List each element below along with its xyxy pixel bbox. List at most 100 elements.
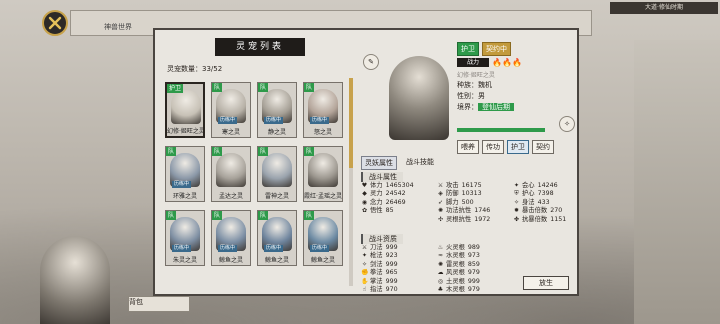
- stat-icon: ≈: [437, 252, 444, 260]
- stat-value: 979: [467, 286, 480, 294]
- team-badge: 队: [166, 211, 177, 220]
- transfer-button[interactable]: 传功: [482, 140, 504, 154]
- background-tab: 神兽世界: [104, 23, 132, 31]
- stat-icon: ◎: [437, 277, 444, 285]
- stat-label: 脚力: [446, 198, 459, 206]
- stat-value: 14246: [537, 182, 558, 189]
- pet-card[interactable]: 队历练中 鲸鱼之灵: [257, 210, 297, 266]
- realm-value: 登仙后期: [478, 103, 514, 111]
- power-label: 战力: [457, 58, 490, 67]
- aptitude-item: ✦ 枪法 923: [361, 252, 437, 260]
- aptitude-item: ✊ 拳法 965: [361, 269, 437, 277]
- pet-card[interactable]: 队历练中寒之灵: [211, 82, 251, 138]
- pet-card[interactable]: 队历练中 鲸鱼之灵: [303, 210, 343, 266]
- stat-icon: ✊: [361, 269, 369, 277]
- stat-label: 水灵根: [446, 252, 465, 260]
- stat-item: ◉ 念力 26469: [361, 199, 437, 207]
- pet-name: 朱灵之灵: [172, 257, 197, 264]
- stat-icon: ⛨: [514, 190, 519, 198]
- power-row: 战力 🔥🔥🔥: [457, 58, 522, 67]
- feed-button[interactable]: 喂养: [457, 140, 479, 154]
- stat-value: 1465304: [385, 182, 414, 189]
- stat-icon: ✺: [437, 260, 444, 268]
- team-badge: 队: [304, 147, 315, 156]
- pet-card[interactable]: 队历练中 静之灵: [257, 82, 297, 138]
- stat-item: ✺ 功法抗性 1746: [437, 207, 513, 215]
- stat-icon: ◆: [362, 190, 367, 198]
- pet-portrait-thumb: [262, 153, 292, 187]
- stat-value: 1151: [550, 215, 567, 223]
- stat-label: 抗暴倍数: [522, 215, 548, 223]
- scroll-thumb[interactable]: [349, 78, 353, 168]
- stat-icon: ✦: [361, 252, 368, 260]
- stat-icon: ✣: [437, 215, 444, 223]
- stat-value: 970: [385, 286, 398, 294]
- stat-value: 859: [467, 260, 480, 268]
- pet-card[interactable]: 队历练中 怒之灵: [303, 82, 343, 138]
- stat-label: 风灵根: [446, 269, 465, 277]
- pet-card[interactable]: 队历练中鲸鱼之灵: [211, 210, 251, 266]
- training-badge: 历练中: [172, 245, 192, 252]
- pet-name: 鲸鱼之灵: [310, 257, 335, 264]
- stat-label: 拳法: [370, 269, 383, 277]
- player-portrait[interactable]: [40, 236, 110, 324]
- team-badge: 队: [258, 147, 269, 156]
- team-badge: 队: [212, 211, 223, 220]
- pet-list-panel: 灵宠列表 灵宠数量：33/52 护卫 幻修·姬旺之灵队历练中 寒之灵队历练中 静之灵队…: [153, 28, 579, 296]
- attribute-grid: ♥ 体力 1465304 ⚔ 攻击 16175 ✦ 会心 14246 ◆ 灵力 24542 ◈ 防御 103…: [361, 182, 573, 224]
- stat-icon: ✧: [513, 198, 520, 206]
- stat-icon: ♥: [361, 182, 368, 189]
- pet-card[interactable]: 队历练中朱灵之灵: [165, 210, 205, 266]
- pet-name: 寒之灵: [221, 129, 240, 136]
- pet-grid: 护卫 幻修·姬旺之灵队历练中 寒之灵队历练中 静之灵队历练中 怒之灵队历练中 环雅之灵队孟…: [165, 82, 345, 266]
- section-attributes: 战斗属性: [361, 172, 403, 182]
- tab-skills[interactable]: 战斗技能: [403, 156, 437, 170]
- stat-label: 掌法: [370, 277, 383, 285]
- pet-card[interactable]: 队历练中 环雅之灵: [165, 146, 205, 202]
- bottom-button[interactable]: 背包: [128, 296, 190, 312]
- stat-icon: ♣: [437, 286, 444, 294]
- role-guard: 护卫: [457, 42, 479, 56]
- stat-icon: ✦: [513, 182, 520, 189]
- guard-button[interactable]: 护卫: [507, 140, 529, 154]
- stat-label: 会心: [522, 182, 535, 189]
- info-icon[interactable]: ✧: [559, 116, 575, 132]
- stat-label: 火灵根: [446, 244, 465, 251]
- team-badge: 队: [166, 147, 177, 156]
- stat-value: 999: [385, 277, 398, 285]
- stat-icon: ☝: [362, 286, 367, 294]
- tab-attributes[interactable]: 灵妖属性: [361, 156, 397, 170]
- pet-subtitle: 幻修·姬旺之灵: [457, 72, 495, 79]
- pet-list-section: 灵宠列表 灵宠数量：33/52 护卫 幻修·姬旺之灵队历练中 寒之灵队历练中 静之灵队…: [161, 38, 353, 290]
- exp-bar: [457, 128, 545, 132]
- training-badge: 历练中: [264, 117, 284, 124]
- pet-card[interactable]: 队霞红·孟瑶之灵: [303, 146, 343, 202]
- pet-name: 鲸鱼之灵: [264, 257, 289, 264]
- contract-button[interactable]: 契约: [532, 140, 554, 154]
- pet-name: 鲸鱼之灵: [218, 257, 243, 264]
- pet-card[interactable]: 护卫 幻修·姬旺之灵: [165, 82, 205, 138]
- release-button[interactable]: 放生: [523, 276, 569, 290]
- stat-label: 暴击倍数: [522, 207, 548, 215]
- team-badge: 队: [304, 211, 315, 220]
- team-badge: 队: [212, 83, 223, 92]
- role-contract: 契约中: [482, 42, 511, 56]
- stat-item: ◈ 防御 10313: [437, 190, 513, 198]
- stat-label: 枪法: [370, 252, 383, 260]
- flame-icon: 🔥🔥🔥: [492, 58, 522, 67]
- stat-label: 剑法: [370, 260, 383, 268]
- edit-icon[interactable]: ✎: [363, 54, 379, 70]
- pet-card[interactable]: 队孟达之灵: [211, 146, 251, 202]
- pet-name: 静之灵: [267, 129, 286, 136]
- stat-icon: ◈: [438, 190, 443, 198]
- list-scrollbar[interactable]: [349, 78, 353, 286]
- stat-value: 979: [467, 269, 480, 277]
- stat-label: 防御: [446, 190, 459, 198]
- stat-icon: ☁: [437, 269, 444, 277]
- pet-card[interactable]: 队雷神之灵: [257, 146, 297, 202]
- close-button[interactable]: [42, 10, 68, 36]
- training-badge: 历练中: [218, 117, 238, 124]
- stat-icon: ✤: [513, 215, 520, 223]
- stat-label: 灵根抗性: [446, 215, 472, 223]
- training-badge: 历练中: [218, 245, 238, 252]
